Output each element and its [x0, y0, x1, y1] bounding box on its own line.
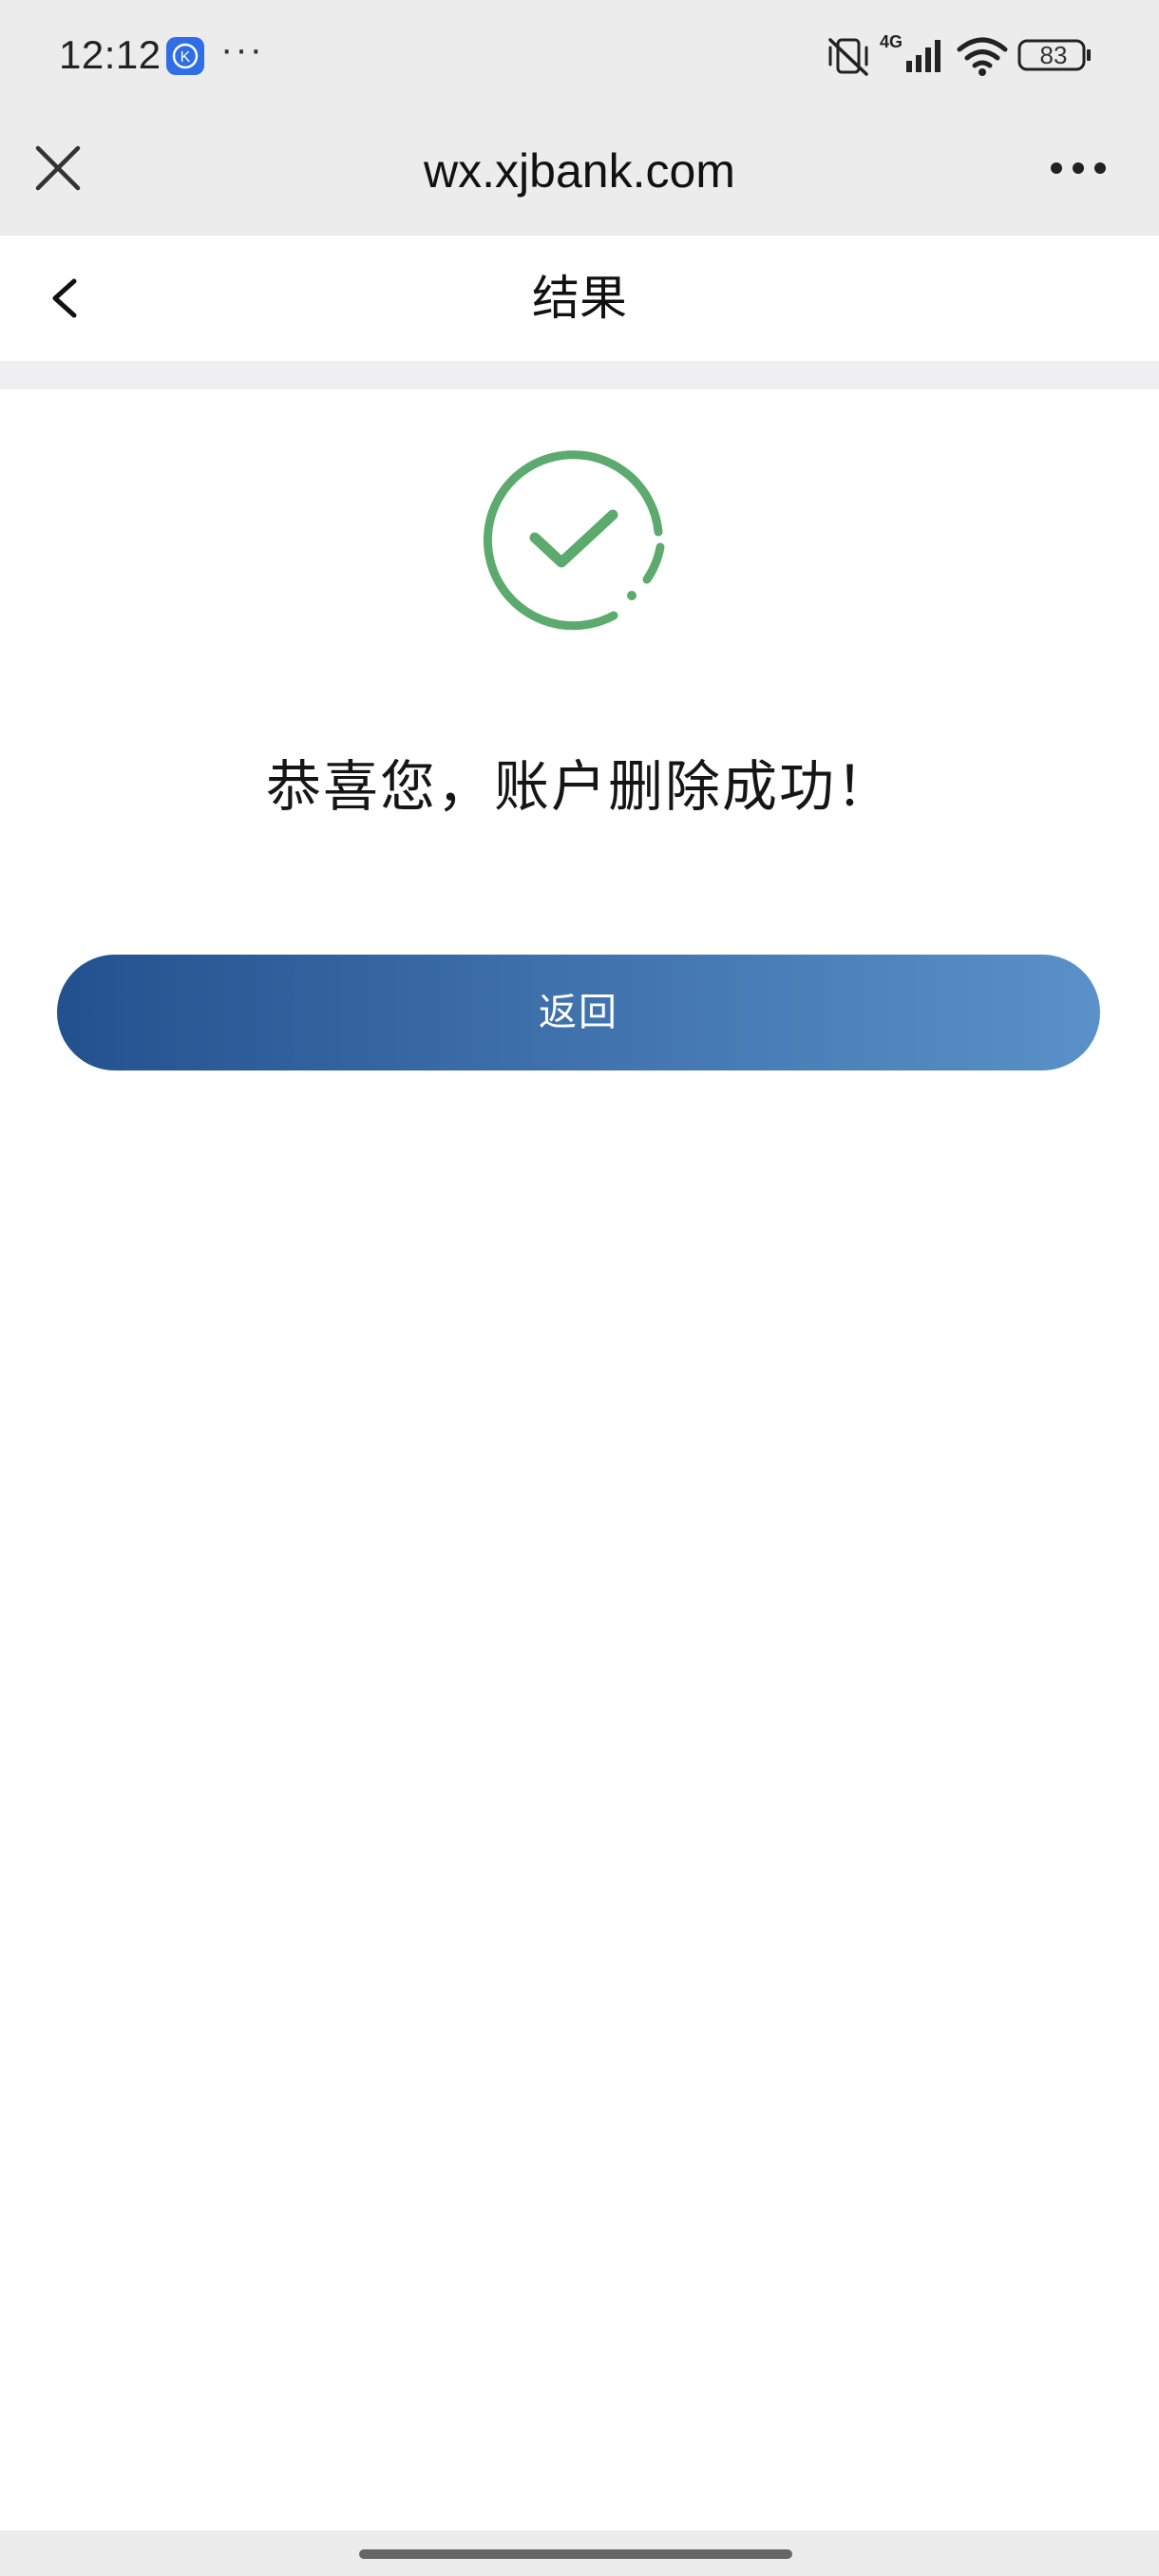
gesture-bar — [0, 2530, 1159, 2576]
section-separator — [0, 361, 1159, 389]
more-icon — [1051, 162, 1106, 174]
status-bar: 12:12 K ··· 4G 83 — [0, 0, 1159, 112]
cellular-signal-icon: 4G — [878, 32, 946, 80]
success-message: 恭喜您，账户删除成功！ — [265, 754, 893, 819]
page-title: 结果 — [532, 271, 627, 326]
battery-level: 83 — [1039, 41, 1068, 69]
page-nav: 结果 — [0, 236, 1159, 361]
home-indicator[interactable] — [359, 2549, 792, 2559]
browser-more-button[interactable] — [1045, 144, 1112, 192]
browser-header: wx.xjbank.com — [0, 112, 1159, 236]
return-button[interactable]: 返回 — [57, 955, 1100, 1070]
browser-url: wx.xjbank.com — [424, 144, 735, 198]
more-notifications-icon: ··· — [220, 28, 264, 70]
app-k-icon: K — [166, 37, 204, 75]
wifi-icon — [956, 36, 1009, 82]
status-time: 12:12 — [59, 32, 162, 77]
vibrate-mute-icon — [825, 32, 872, 84]
success-check-icon — [480, 445, 670, 635]
svg-text:4G: 4G — [880, 32, 902, 51]
svg-text:K: K — [180, 49, 191, 66]
